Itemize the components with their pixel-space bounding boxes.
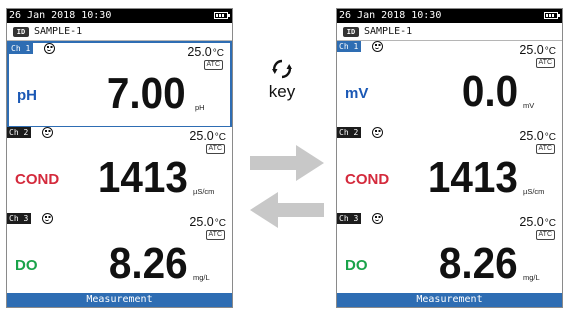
measurement-value: 8.26 <box>109 239 188 288</box>
temperature-unit: °C <box>214 218 226 229</box>
temperature-value: 25.0 <box>519 129 544 143</box>
temperature-value: 25.0 <box>189 215 214 229</box>
parameter-label: COND <box>345 171 390 188</box>
temperature: 25.0°C <box>187 45 224 59</box>
channel-3-panel[interactable]: Ch 3 25.0°C ATC DO 8.26 mg/L <box>337 213 562 300</box>
measurement-value: 7.00 <box>107 69 186 118</box>
parameter-label: DO <box>345 257 368 274</box>
datetime: 26 Jan 2018 10:30 <box>9 10 112 21</box>
channel-tab: Ch 1 <box>9 43 33 54</box>
temperature-unit: °C <box>544 46 556 57</box>
smiley-icon <box>372 127 383 138</box>
temperature-unit: °C <box>212 48 224 59</box>
smiley-icon <box>42 127 53 138</box>
sample-row: ID SAMPLE-1 <box>337 23 562 41</box>
atc-badge: ATC <box>535 58 555 68</box>
parameter-label: pH <box>17 87 37 104</box>
key-label: key <box>268 82 296 101</box>
status-bar: 26 Jan 2018 10:30 <box>337 9 562 23</box>
temperature-value: 25.0 <box>189 129 214 143</box>
temperature-unit: °C <box>214 132 226 143</box>
atc-badge: ATC <box>203 60 223 70</box>
temperature-value: 25.0 <box>519 43 544 57</box>
refresh-cycle-icon <box>272 59 292 79</box>
datetime: 26 Jan 2018 10:30 <box>339 10 442 21</box>
temperature: 25.0°C <box>189 129 226 143</box>
measurement-unit: mg/L <box>523 273 540 282</box>
channel-tab: Ch 2 <box>337 127 361 138</box>
measurement-unit: pH <box>195 103 205 112</box>
measurement-unit: mg/L <box>193 273 210 282</box>
arrow-right-icon <box>250 145 324 181</box>
measurement-value: 8.26 <box>439 239 518 288</box>
mode-footer: Measurement <box>337 293 562 307</box>
channel-2-panel[interactable]: Ch 2 25.0°C ATC COND 1413 µS/cm <box>337 127 562 214</box>
channel-tab: Ch 2 <box>7 127 31 138</box>
measurement-unit: µS/cm <box>523 187 545 196</box>
channel-1-panel[interactable]: Ch 1 25.0°C ATC pH 7.00 pH <box>7 41 232 128</box>
temperature: 25.0°C <box>519 43 556 57</box>
temperature-unit: °C <box>544 218 556 229</box>
parameter-label: DO <box>15 257 38 274</box>
measurement-value: 0.0 <box>461 67 518 116</box>
parameter-label: mV <box>345 85 369 102</box>
atc-badge: ATC <box>535 144 555 154</box>
battery-icon <box>214 12 230 19</box>
sample-row: ID SAMPLE-1 <box>7 23 232 41</box>
parameter-label: COND <box>15 171 60 188</box>
measurement-unit: µS/cm <box>193 187 215 196</box>
channel-tab: Ch 3 <box>337 213 361 224</box>
id-badge: ID <box>343 27 359 37</box>
measurement-value: 1413 <box>97 153 188 202</box>
temperature: 25.0°C <box>189 215 226 229</box>
temperature-value: 25.0 <box>187 45 212 59</box>
channel-tab: Ch 1 <box>337 41 361 52</box>
mode-footer: Measurement <box>7 293 232 307</box>
temperature: 25.0°C <box>519 129 556 143</box>
channel-tab: Ch 3 <box>7 213 31 224</box>
key-indicator: key <box>252 58 312 128</box>
smiley-icon <box>42 213 53 224</box>
id-badge: ID <box>13 27 29 37</box>
atc-badge: ATC <box>205 230 225 240</box>
smiley-icon <box>44 43 55 54</box>
measurement-unit: mV <box>523 101 535 110</box>
channel-3-panel[interactable]: Ch 3 25.0°C ATC DO 8.26 mg/L <box>7 213 232 300</box>
smiley-icon <box>372 213 383 224</box>
temperature-value: 25.0 <box>519 215 544 229</box>
channel-2-panel[interactable]: Ch 2 25.0°C ATC COND 1413 µS/cm <box>7 127 232 214</box>
temperature-unit: °C <box>544 132 556 143</box>
smiley-icon <box>372 41 383 52</box>
channel-1-panel[interactable]: Ch 1 25.0°C ATC mV 0.0 mV <box>337 41 562 128</box>
meter-screen-right: 26 Jan 2018 10:30 ID SAMPLE-1 Ch 1 25.0°… <box>336 8 563 308</box>
arrow-left-icon <box>250 192 324 228</box>
sample-name: SAMPLE-1 <box>34 26 83 37</box>
meter-screen-left: 26 Jan 2018 10:30 ID SAMPLE-1 Ch 1 25.0°… <box>6 8 233 308</box>
measurement-value: 1413 <box>427 153 518 202</box>
atc-badge: ATC <box>205 144 225 154</box>
status-bar: 26 Jan 2018 10:30 <box>7 9 232 23</box>
temperature: 25.0°C <box>519 215 556 229</box>
atc-badge: ATC <box>535 230 555 240</box>
sample-name: SAMPLE-1 <box>364 26 413 37</box>
battery-icon <box>544 12 560 19</box>
